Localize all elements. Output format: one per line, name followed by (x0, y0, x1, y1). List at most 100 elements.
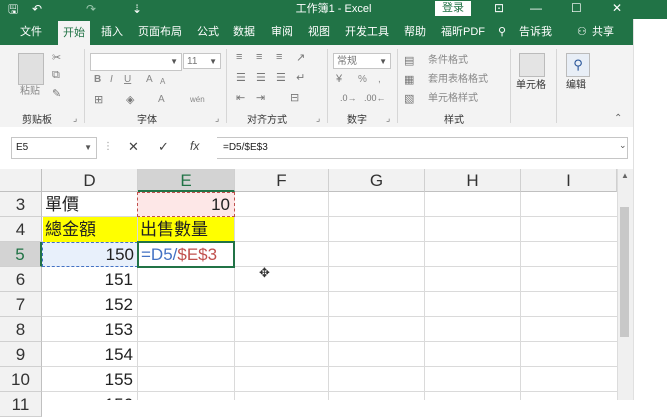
fill-color-icon[interactable]: ◈ (126, 93, 134, 106)
expand-formula-bar-icon[interactable]: ⌄ (619, 140, 627, 151)
cells-icon[interactable] (519, 53, 545, 77)
row-header-10[interactable]: 10 (0, 367, 42, 392)
scroll-up-icon[interactable]: ▲ (621, 171, 629, 180)
format-as-table-button[interactable]: 套用表格格式 (428, 73, 488, 87)
border-icon[interactable]: ⊞ (94, 93, 103, 106)
column-header-f[interactable]: F (235, 169, 329, 192)
font-name-combo[interactable]: ▼ (90, 53, 182, 71)
bold-button[interactable]: B (94, 73, 101, 87)
cell-d8[interactable]: 153 (43, 317, 137, 342)
row-header-3[interactable]: 3 (0, 192, 42, 217)
phonetic-button[interactable]: wén (190, 93, 205, 107)
cell-e5-active[interactable]: =D5/$E$3 (137, 241, 235, 268)
formula-input[interactable]: =D5/$E$3 (217, 137, 628, 159)
insert-function-button[interactable]: fx (190, 139, 199, 153)
decrease-decimal-icon[interactable]: .00← (364, 93, 386, 103)
number-launcher-icon[interactable]: ⌟ (386, 113, 390, 124)
paste-icon[interactable] (18, 53, 44, 85)
editing-group-label[interactable]: 编辑 (566, 79, 586, 93)
merge-center-icon[interactable]: ⊟ (290, 91, 299, 104)
cells-group-label[interactable]: 单元格 (516, 79, 546, 93)
tell-me-search[interactable]: 告诉我 (519, 24, 552, 40)
font-color-button[interactable]: A (158, 93, 165, 107)
tab-foxit-pdf[interactable]: 福昕PDF (441, 24, 485, 40)
increase-font-button[interactable]: A (146, 73, 153, 87)
cell-d5[interactable]: 150 (42, 242, 138, 267)
maximize-button[interactable]: ☐ (571, 1, 582, 16)
clipboard-launcher-icon[interactable]: ⌟ (73, 113, 77, 124)
font-size-combo[interactable]: 11 ▼ (183, 53, 221, 69)
copy-icon[interactable]: ⧉ (52, 69, 60, 82)
row-header-7[interactable]: 7 (0, 292, 42, 317)
increase-indent-icon[interactable]: ⇥ (256, 91, 265, 104)
collapse-ribbon-icon[interactable]: ⌃ (614, 113, 622, 124)
cell-d10[interactable]: 155 (43, 367, 137, 392)
underline-button[interactable]: U (124, 73, 131, 87)
cell-d7[interactable]: 152 (43, 292, 137, 317)
name-box-dropdown-icon[interactable]: ▼ (84, 138, 92, 158)
tab-review[interactable]: 审阅 (271, 24, 293, 40)
alignment-launcher-icon[interactable]: ⌟ (316, 113, 320, 124)
comma-button[interactable]: , (378, 73, 381, 87)
cell-e3[interactable]: 10 (137, 192, 235, 217)
tab-file[interactable]: 文件 (20, 24, 42, 40)
column-header-i[interactable]: I (521, 169, 617, 192)
enter-formula-button[interactable]: ✓ (158, 139, 169, 155)
tab-help[interactable]: 帮助 (404, 24, 426, 40)
orientation-icon[interactable]: ↗ (296, 51, 305, 64)
cell-d11[interactable]: 156 (43, 392, 137, 400)
minimize-button[interactable]: — (530, 1, 542, 16)
login-button[interactable]: 登录 (435, 1, 471, 16)
align-right-icon[interactable]: ☰ (276, 71, 286, 84)
align-center-icon[interactable]: ☰ (256, 71, 266, 84)
close-button[interactable]: ✕ (612, 1, 622, 16)
cancel-formula-button[interactable]: ✕ (128, 139, 139, 155)
cell-styles-button[interactable]: 单元格样式 (428, 92, 478, 106)
column-header-g[interactable]: G (329, 169, 425, 192)
decrease-indent-icon[interactable]: ⇤ (236, 91, 245, 104)
decrease-font-button[interactable]: A (160, 75, 165, 89)
tab-view[interactable]: 视图 (308, 24, 330, 40)
row-header-5[interactable]: 5 (0, 242, 42, 267)
font-launcher-icon[interactable]: ⌟ (215, 113, 219, 124)
tab-formulas[interactable]: 公式 (197, 24, 219, 40)
percent-button[interactable]: % (358, 73, 367, 87)
align-left-icon[interactable]: ☰ (236, 71, 246, 84)
number-format-combo[interactable]: 常规 ▼ (333, 53, 391, 69)
increase-decimal-icon[interactable]: .0→ (340, 93, 357, 103)
align-top-icon[interactable]: ≡ (236, 51, 242, 63)
cell-d4[interactable]: 總金額 (43, 217, 137, 242)
cell-d6[interactable]: 151 (43, 267, 137, 292)
ribbon-display-options-icon[interactable]: ⊡ (494, 1, 504, 16)
wrap-text-icon[interactable]: ↵ (296, 71, 305, 84)
select-all-corner[interactable] (0, 169, 42, 192)
cut-icon[interactable]: ✂ (52, 51, 61, 64)
cell-d9[interactable]: 154 (43, 342, 137, 367)
format-painter-icon[interactable]: ✎ (52, 87, 61, 100)
column-header-e[interactable]: E (138, 169, 235, 192)
search-icon[interactable]: ⚲ (566, 53, 590, 77)
tab-home[interactable]: 开始 (58, 21, 90, 45)
row-header-6[interactable]: 6 (0, 267, 42, 292)
tab-data[interactable]: 数据 (233, 24, 255, 40)
row-header-8[interactable]: 8 (0, 317, 42, 342)
italic-button[interactable]: I (110, 73, 113, 87)
tab-developer[interactable]: 开发工具 (345, 24, 389, 40)
align-middle-icon[interactable]: ≡ (256, 51, 262, 63)
tab-insert[interactable]: 插入 (101, 24, 123, 40)
paste-button[interactable]: 粘贴 (20, 85, 40, 99)
currency-icon[interactable]: ¥ (336, 73, 342, 85)
cell-d3[interactable]: 單價 (43, 192, 137, 217)
share-button[interactable]: 共享 (592, 24, 614, 40)
row-header-4[interactable]: 4 (0, 217, 42, 242)
tab-page-layout[interactable]: 页面布局 (138, 24, 182, 40)
cell-e4[interactable]: 出售數量 (138, 217, 234, 242)
align-bottom-icon[interactable]: ≡ (276, 51, 282, 63)
name-box[interactable]: E5 ▼ (11, 137, 97, 159)
column-header-d[interactable]: D (42, 169, 138, 192)
row-header-11[interactable]: 11 (0, 392, 42, 417)
conditional-formatting-button[interactable]: 条件格式 (428, 54, 468, 68)
column-header-h[interactable]: H (425, 169, 521, 192)
scrollbar-thumb[interactable] (620, 207, 629, 337)
row-header-9[interactable]: 9 (0, 342, 42, 367)
